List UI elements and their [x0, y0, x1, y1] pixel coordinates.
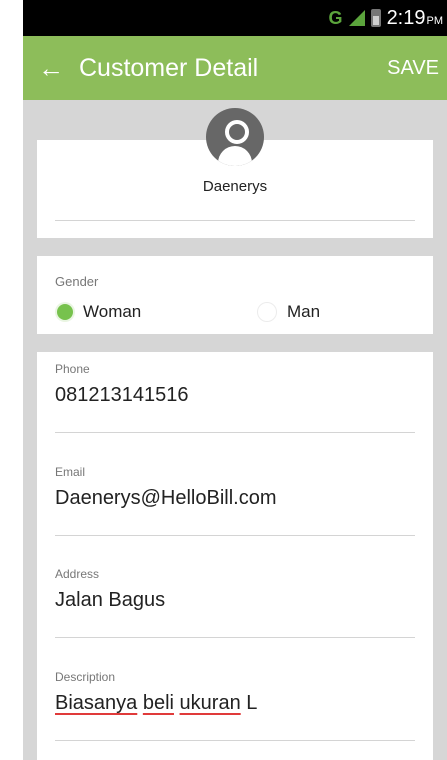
phone-underline [55, 432, 415, 433]
gender-label: Gender [55, 274, 99, 289]
status-time-ampm: PM [426, 14, 444, 27]
description-word: L [246, 692, 258, 714]
app-bar: ← Customer Detail SAVE [23, 36, 447, 100]
status-time: 2:19PM [387, 7, 443, 30]
description-input[interactable]: Biasanya beli ukuran L [55, 692, 415, 715]
address-field[interactable]: Address Jalan Bagus [55, 567, 415, 667]
address-underline [55, 637, 415, 638]
email-input[interactable]: Daenerys@HelloBill.com [55, 487, 415, 510]
avatar-shoulders [218, 146, 252, 166]
back-button[interactable]: ← [23, 53, 79, 84]
signal-icon [348, 10, 365, 26]
radio-selected-icon[interactable] [57, 304, 73, 320]
email-field[interactable]: Email Daenerys@HelloBill.com [55, 465, 415, 565]
avatar-head [225, 120, 249, 144]
save-button[interactable]: SAVE [387, 57, 447, 80]
description-word: beli [142, 692, 174, 714]
description-label: Description [55, 670, 116, 684]
contact-fields-card: Phone 081213141516 Email Daenerys@HelloB… [37, 352, 433, 760]
status-time-value: 2:19 [386, 6, 426, 29]
gender-option-label: Man [287, 302, 321, 321]
status-bar: G 2:19PM [23, 0, 447, 36]
gender-card: Gender Woman Man [37, 256, 433, 334]
gender-option-man[interactable]: Man [257, 302, 320, 322]
phone-label: Phone [55, 362, 90, 376]
customer-name-field[interactable]: Daenerys [37, 178, 433, 195]
phone-field[interactable]: Phone 081213141516 [55, 362, 415, 462]
name-underline [55, 220, 415, 221]
address-input[interactable]: Jalan Bagus [55, 589, 415, 612]
address-label: Address [55, 567, 100, 581]
phone-input[interactable]: 081213141516 [55, 384, 415, 407]
radio-unselected-icon[interactable] [257, 302, 277, 322]
profile-card: Daenerys [37, 108, 433, 238]
phone-screen: G 2:19PM ← Customer Detail SAVE Daenerys… [23, 0, 447, 760]
page-title: Customer Detail [79, 53, 259, 82]
gender-option-woman[interactable]: Woman [57, 302, 141, 322]
email-underline [55, 535, 415, 536]
battery-icon [370, 9, 381, 27]
description-field[interactable]: Description Biasanya beli ukuran L [55, 670, 415, 760]
description-underline [55, 740, 415, 741]
description-word: ukuran [179, 692, 241, 714]
description-word: Biasanya [55, 692, 138, 714]
arrow-left-icon: ← [38, 52, 64, 83]
person-icon[interactable] [206, 108, 264, 166]
email-label: Email [55, 465, 86, 479]
network-type: G [328, 7, 343, 28]
gender-option-label: Woman [83, 302, 142, 321]
